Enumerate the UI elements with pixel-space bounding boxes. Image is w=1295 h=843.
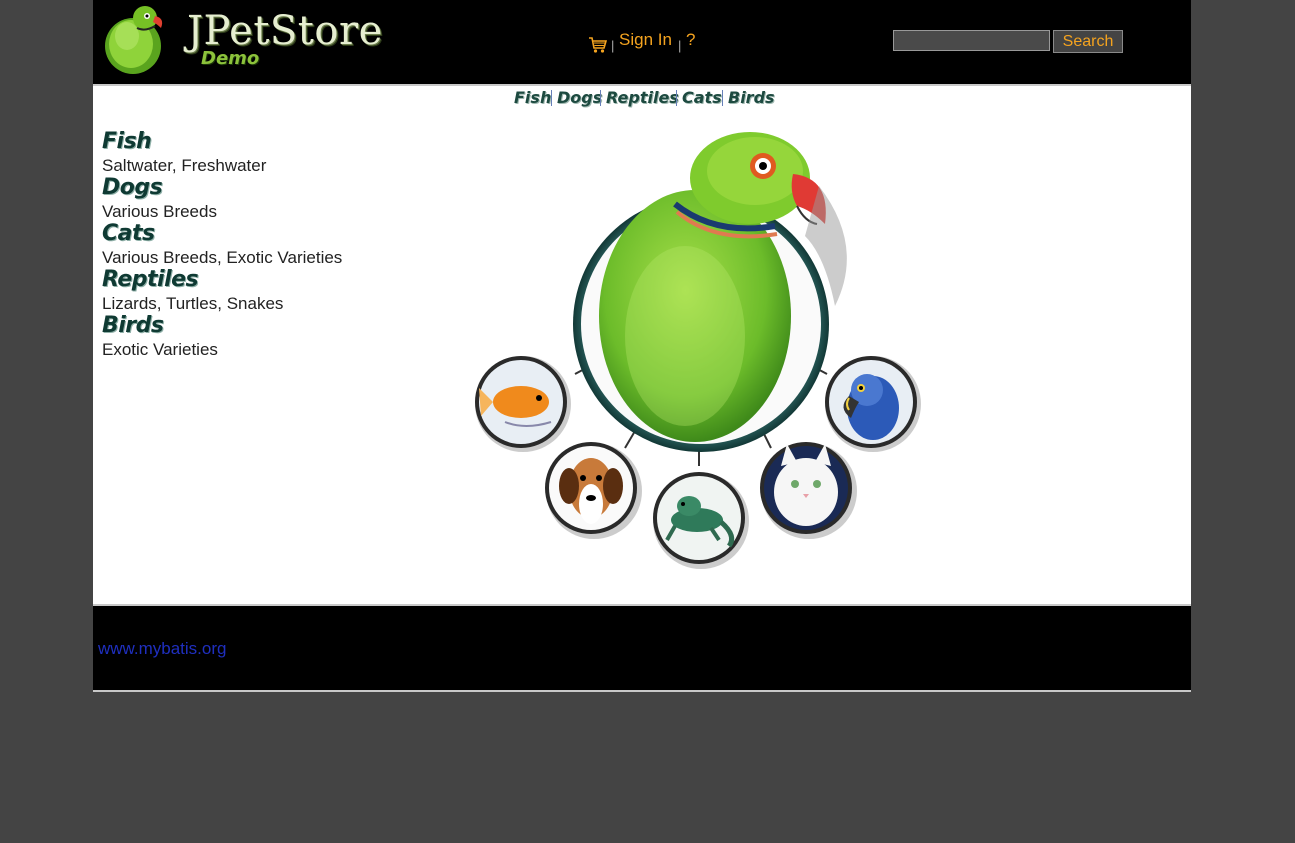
quick-link-separator <box>722 90 723 106</box>
page-wrapper: JPetStore Demo | Sign In | ? Search Fish… <box>93 0 1191 692</box>
logo-subtitle: Demo <box>201 48 260 69</box>
category-birds: Birds Exotic Varieties <box>102 314 422 360</box>
cat-satellite[interactable] <box>760 442 857 539</box>
quick-link-separator <box>676 90 677 106</box>
reptile-satellite[interactable] <box>653 472 749 569</box>
search-button[interactable]: Search <box>1053 30 1123 53</box>
quick-link-birds[interactable]: Birds <box>728 88 775 107</box>
header: JPetStore Demo | Sign In | ? Search <box>93 0 1191 84</box>
parrot-center[interactable] <box>573 132 847 452</box>
footer: www.mybatis.org <box>93 604 1191 692</box>
quick-link-reptiles[interactable]: Reptiles <box>606 88 679 107</box>
category-cats: Cats Various Breeds, Exotic Varieties <box>102 222 422 268</box>
quick-link-separator <box>551 90 552 106</box>
menu-separator: | <box>611 38 615 53</box>
category-fish: Fish Saltwater, Freshwater <box>102 130 422 176</box>
main-image-map <box>475 132 921 569</box>
quick-link-separator <box>600 90 601 106</box>
parrot-logo-icon <box>105 6 163 74</box>
logo[interactable]: JPetStore Demo <box>101 2 382 76</box>
category-description: Exotic Varieties <box>102 340 218 359</box>
category-description: Various Breeds <box>102 202 217 221</box>
shopping-cart-icon[interactable] <box>588 36 608 54</box>
dog-satellite[interactable] <box>545 442 642 539</box>
category-title-fish[interactable]: Fish <box>102 130 152 154</box>
footer-link[interactable]: www.mybatis.org <box>98 639 226 659</box>
quick-link-dogs[interactable]: Dogs <box>557 88 602 107</box>
category-description: Saltwater, Freshwater <box>102 156 267 175</box>
main-content: Fish Dogs Reptiles Cats Birds Fish Saltw… <box>93 84 1191 604</box>
category-title-reptiles[interactable]: Reptiles <box>102 268 199 292</box>
category-sidebar: Fish Saltwater, Freshwater Dogs Various … <box>102 130 422 360</box>
help-link[interactable]: ? <box>686 30 695 50</box>
search-input[interactable] <box>893 30 1050 51</box>
bird-satellite[interactable] <box>825 356 921 452</box>
sign-in-link[interactable]: Sign In <box>619 30 672 50</box>
quick-link-fish[interactable]: Fish <box>514 88 551 107</box>
category-description: Lizards, Turtles, Snakes <box>102 294 284 313</box>
category-reptiles: Reptiles Lizards, Turtles, Snakes <box>102 268 422 314</box>
quick-link-cats[interactable]: Cats <box>682 88 722 107</box>
category-title-dogs[interactable]: Dogs <box>102 176 163 200</box>
menu-separator: | <box>678 38 682 53</box>
category-description: Various Breeds, Exotic Varieties <box>102 248 343 267</box>
fish-satellite[interactable] <box>475 356 571 452</box>
category-title-cats[interactable]: Cats <box>102 222 155 246</box>
category-dogs: Dogs Various Breeds <box>102 176 422 222</box>
category-title-birds[interactable]: Birds <box>102 314 164 338</box>
